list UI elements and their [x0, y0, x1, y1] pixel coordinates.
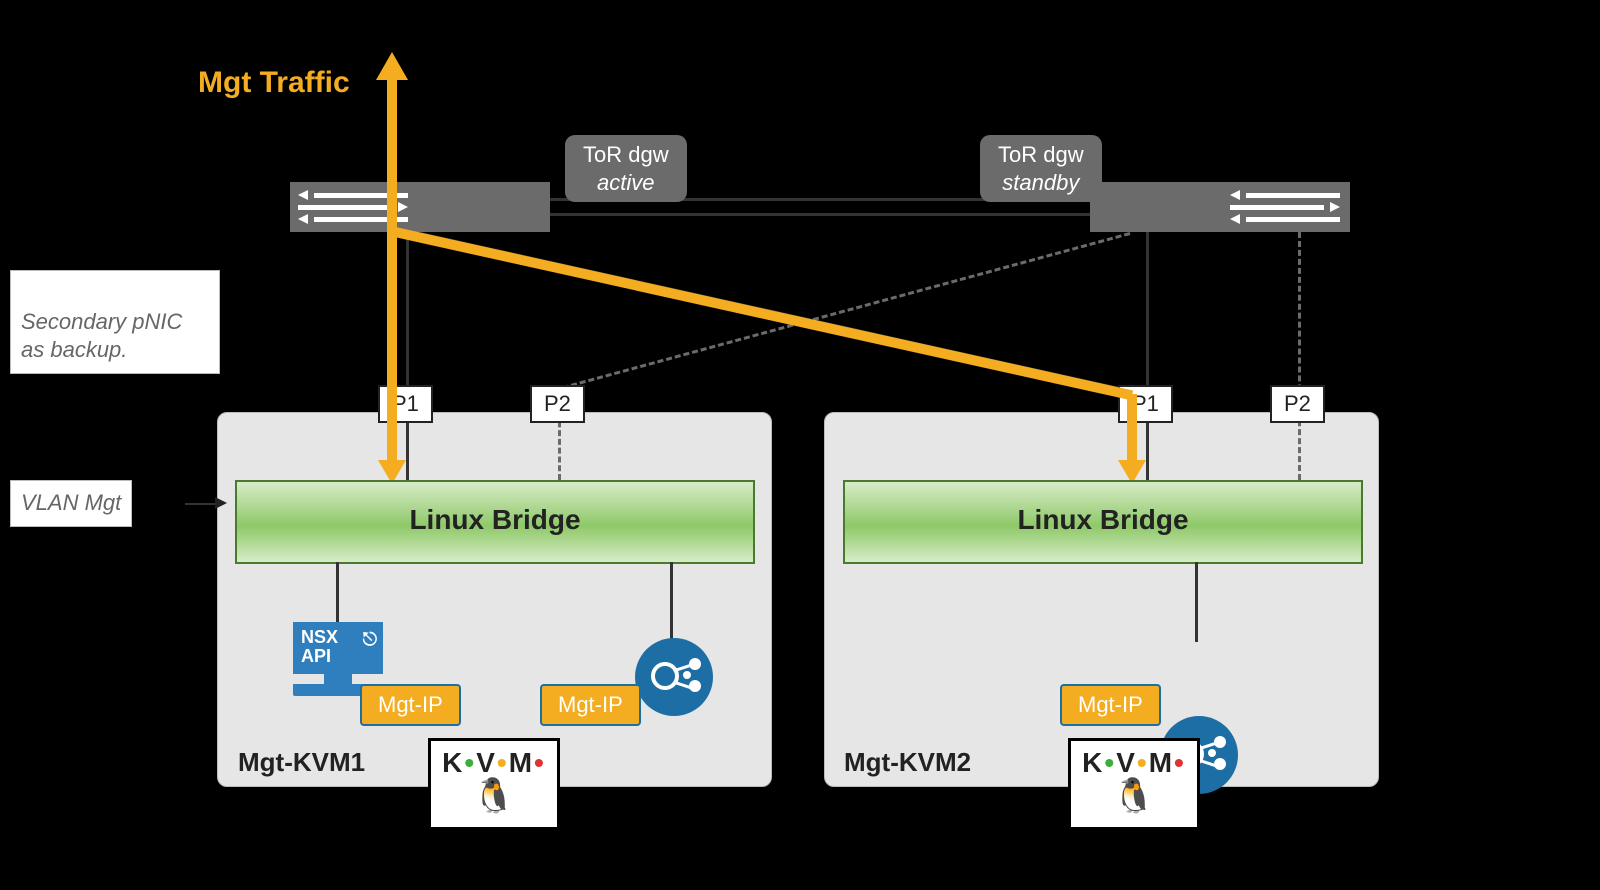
mgt-traffic-down-right — [1127, 394, 1137, 467]
mgt-traffic-up-line — [387, 78, 397, 188]
link-bridge-cluster-left — [670, 562, 673, 642]
port-p2-right: P2 — [1270, 385, 1325, 423]
port-p2-left: P2 — [530, 385, 585, 423]
tor-label-right: ToR dgw standby — [980, 135, 1102, 202]
tor-switch-left — [290, 182, 550, 232]
link-right-p2-dashed — [1298, 232, 1301, 480]
nsx-api-text: NSX API — [301, 627, 338, 666]
vlan-mgt-arrowhead — [215, 497, 227, 509]
tor-right-line2: standby — [1002, 170, 1079, 195]
mgt-ip-nsx: Mgt-IP — [360, 684, 461, 726]
mgt-ip-cluster-left: Mgt-IP — [540, 684, 641, 726]
link-right-p1 — [1146, 232, 1149, 480]
diagram-canvas: ToR dgw active ToR dgw standby P1 P2 P1 … — [10, 0, 1510, 830]
tor-left-line1: ToR dgw — [583, 142, 669, 167]
vlan-mgt-label: VLAN Mgt — [10, 480, 132, 527]
tor-switch-right — [1090, 182, 1350, 232]
host-box-left — [217, 412, 772, 787]
linux-bridge-left: Linux Bridge — [235, 480, 755, 564]
vlan-mgt-leader — [185, 503, 217, 505]
tor-right-line1: ToR dgw — [998, 142, 1084, 167]
link-bridge-cluster-right — [1195, 562, 1198, 642]
mgt-traffic-up-arrowhead — [376, 52, 408, 80]
link-left-p1 — [406, 232, 409, 480]
tor-label-left: ToR dgw active — [565, 135, 687, 202]
linux-bridge-right: Linux Bridge — [843, 480, 1363, 564]
mgt-traffic-diag — [394, 227, 1133, 400]
cluster-icon-left — [635, 638, 713, 716]
link-bridge-nsx — [336, 562, 339, 624]
penguin-icon: 🐧 — [1071, 779, 1197, 813]
secondary-pnic-label: Secondary pNIC as backup. — [10, 270, 220, 374]
tor-left-line2: active — [597, 170, 654, 195]
mgt-ip-cluster-right: Mgt-IP — [1060, 684, 1161, 726]
penguin-icon: 🐧 — [431, 779, 557, 813]
kvm-logo-right: K•V•M• 🐧 — [1068, 738, 1200, 830]
mgt-traffic-label: Mgt Traffic — [198, 66, 350, 100]
kvm-logo-left: K•V•M• 🐧 — [428, 738, 560, 830]
host-title-left: Mgt-KVM1 — [238, 747, 365, 778]
host-title-right: Mgt-KVM2 — [844, 747, 971, 778]
sliders-icon: ⎋ — [363, 630, 377, 649]
host-box-right — [824, 412, 1379, 787]
